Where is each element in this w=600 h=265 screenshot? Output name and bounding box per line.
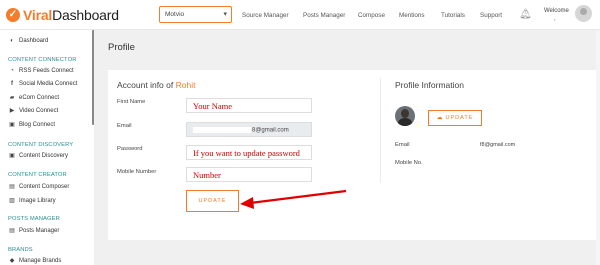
account-update-button[interactable]: UPDATE <box>186 190 239 212</box>
first-name-input[interactable]: Your Name <box>186 98 312 113</box>
nav-posts-manager[interactable]: Posts Manager <box>303 12 345 19</box>
logo[interactable]: ✓ ViralDashboard <box>6 7 119 23</box>
sidebar-section-content-discovery: CONTENT DISCOVERY <box>8 142 74 148</box>
sidebar-item-posts-manager[interactable]: ▤ Posts Manager <box>8 227 59 235</box>
sidebar-item-blog-connect[interactable]: ▣ Blog Connect <box>8 121 55 129</box>
page-scrollbar[interactable] <box>596 30 600 265</box>
sidebar-section-brands: BRANDS <box>8 247 33 253</box>
account-select[interactable]: Motvio ▾ <box>159 6 232 23</box>
card-divider <box>380 78 381 183</box>
caret-down-icon: ▾ <box>223 11 227 18</box>
profile-info-title: Profile Information <box>395 80 464 90</box>
welcome-text: Welcome , <box>544 8 569 22</box>
password-input[interactable]: If you want to update password <box>186 145 312 160</box>
nav-compose[interactable]: Compose <box>358 12 385 19</box>
image-icon: ▨ <box>9 198 15 204</box>
notification-count: 0 <box>525 10 528 16</box>
sidebar-item-rss-feeds-connect[interactable]: ◔ RSS Feeds Connect <box>8 68 74 74</box>
cart-icon: ▰ <box>9 95 15 101</box>
sidebar-item-ecom-connect[interactable]: ▰ eCom Connect <box>8 94 59 102</box>
discovery-icon: ▣ <box>9 153 15 159</box>
facebook-icon: f <box>11 81 13 87</box>
blog-icon: ▣ <box>9 122 15 128</box>
email-input: 8@gmail.com <box>186 122 312 137</box>
video-icon: ▶ <box>9 108 15 114</box>
composer-icon: ▤ <box>9 184 15 190</box>
logo-word-viral: Viral <box>23 7 53 23</box>
nav-source-manager[interactable]: Source Manager <box>242 12 289 19</box>
email-redaction <box>193 127 251 133</box>
mobile-number-label: Mobile Number <box>117 169 157 175</box>
sidebar-item-video-connect[interactable]: ▶ Video Connect <box>8 107 59 115</box>
arrow-head <box>240 197 254 209</box>
profile-update-button[interactable]: ☁ UPDATE <box>428 110 482 126</box>
tag-icon: ◆ <box>9 258 15 264</box>
sidebar-section-content-creator: CONTENT CREATOR <box>8 172 67 178</box>
logo-word-dashboard: Dashboard <box>52 7 119 23</box>
first-name-label: First Name <box>117 99 146 105</box>
sidebar-item-social-media-connect[interactable]: f Social Media Connect <box>8 81 77 87</box>
profile-email-label: Email <box>395 142 410 148</box>
nav-mentions[interactable]: Mentions <box>399 12 425 19</box>
sidebar-item-content-discovery[interactable]: ▣ Content Discovery <box>8 152 68 160</box>
account-info-title: Account info of Rohit <box>117 80 196 90</box>
sidebar-item-content-composer[interactable]: ▤ Content Composer <box>8 183 69 191</box>
email-label: Email <box>117 123 132 129</box>
rss-icon: ◔ <box>10 68 14 74</box>
sidebar-section-content-connector: CONTENT CONNECTOR <box>8 57 77 63</box>
logo-check-icon: ✓ <box>6 8 20 22</box>
posts-icon: ▤ <box>9 228 15 234</box>
sidebar-item-manage-brands[interactable]: ◆ Manage Brands <box>8 257 62 265</box>
profile-avatar <box>395 106 415 126</box>
arrow-shaft <box>249 189 347 205</box>
sidebar-item-dashboard[interactable]: ◐ Dashboard <box>8 38 48 44</box>
password-label: Password <box>117 146 143 152</box>
sidebar-section-posts-manager: POSTS MANAGER <box>8 216 60 222</box>
mobile-number-input[interactable]: Number <box>186 167 312 182</box>
profile-card <box>108 70 600 240</box>
cloud-upload-icon: ☁ <box>436 115 444 121</box>
profile-mobile-label: Mobile No. <box>395 160 423 166</box>
account-select-value: Motvio <box>165 11 185 18</box>
account-name: Rohit <box>175 80 196 90</box>
profile-email-value: f8@gmail.com <box>480 142 516 148</box>
dashboard-icon: ◐ <box>10 38 14 44</box>
sidebar-item-image-library[interactable]: ▨ Image Library <box>8 197 56 205</box>
user-avatar[interactable] <box>575 5 592 22</box>
nav-tutorials[interactable]: Tutorials <box>441 12 465 19</box>
top-bar: ✓ ViralDashboard Motvio ▾ Source Manager… <box>0 0 600 30</box>
annotation-arrow <box>240 189 347 209</box>
nav-support[interactable]: Support <box>480 12 502 19</box>
page-title: Profile <box>108 42 135 53</box>
